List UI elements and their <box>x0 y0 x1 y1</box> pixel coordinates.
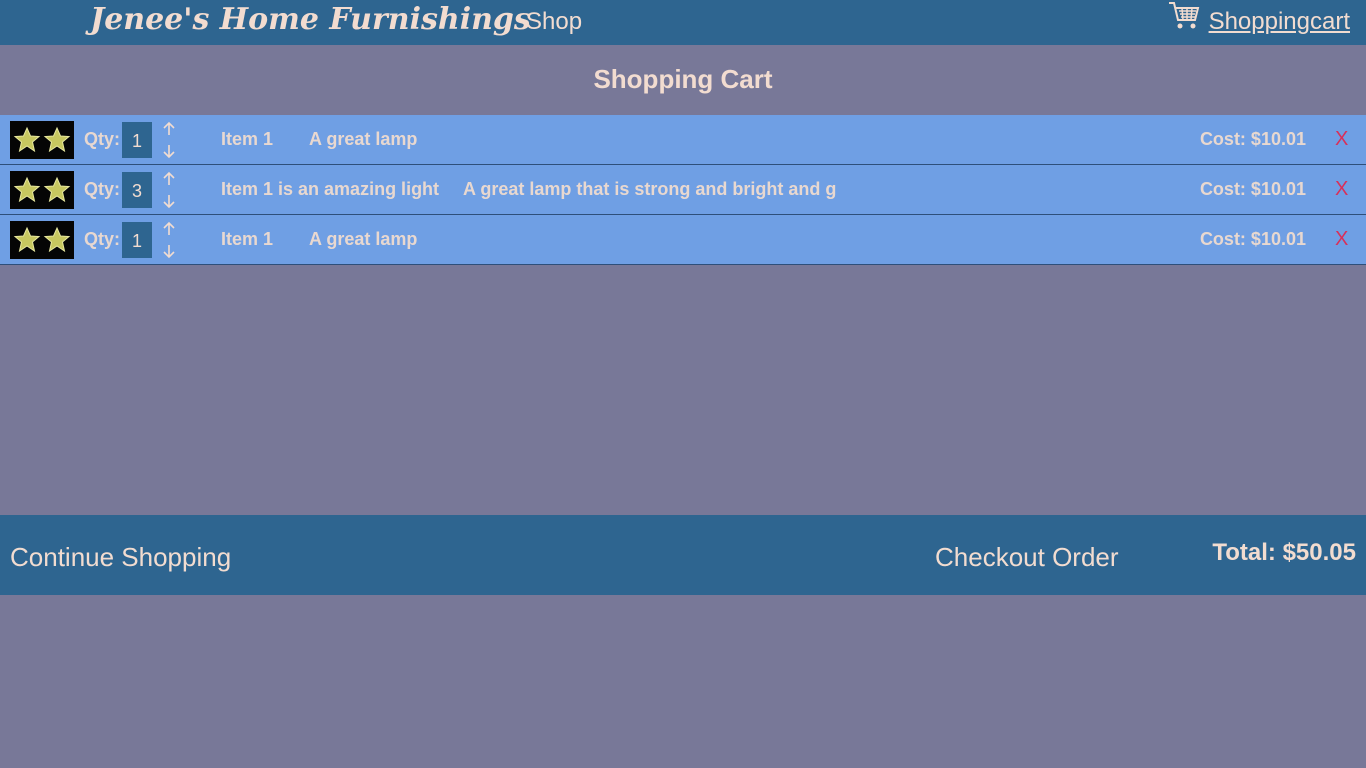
remove-item-button[interactable]: X <box>1335 178 1348 201</box>
item-name: Item 1 is an amazing light <box>221 179 440 199</box>
page-title: Shopping Cart <box>593 64 773 94</box>
top-nav-bar: Jenee's Home Furnishings Shop Shoppingca… <box>0 0 1366 45</box>
shopping-cart-icon <box>1168 2 1199 29</box>
cart-item-row: Qty: 1 Item 1 A great lamp Cost: $10.01 … <box>0 215 1366 265</box>
qty-input[interactable]: 1 <box>122 222 152 258</box>
remove-item-button[interactable]: X <box>1335 128 1348 151</box>
item-name: Item 1 <box>221 129 274 149</box>
increase-qty-arrow-icon[interactable] <box>160 220 178 238</box>
qty-label: Qty: <box>84 229 120 249</box>
item-cost: Cost: $10.01 <box>1199 229 1306 249</box>
checkout-order-button[interactable]: Checkout Order <box>935 542 1119 573</box>
shopping-cart-label: Shoppingcart <box>1208 8 1350 35</box>
remove-item-button[interactable]: X <box>1335 228 1348 251</box>
star-lamp-icon <box>43 126 71 153</box>
cart-footer-bar: Continue Shopping Checkout Order Total: … <box>0 515 1366 595</box>
item-cost: Cost: $10.01 <box>1199 179 1306 199</box>
item-description: A great lamp that is strong and bright a… <box>463 179 837 199</box>
product-thumbnail[interactable] <box>10 171 74 209</box>
cart-item-list: Qty: 1 Item 1 A great lamp Cost: $10.01 … <box>0 115 1366 265</box>
star-lamp-icon <box>13 126 41 153</box>
star-lamp-icon <box>43 226 71 253</box>
star-lamp-icon <box>13 176 41 203</box>
order-total: Total: $50.05 <box>1212 539 1356 566</box>
qty-input[interactable]: 1 <box>122 122 152 158</box>
continue-shopping-button[interactable]: Continue Shopping <box>10 542 231 573</box>
qty-label: Qty: <box>84 179 120 199</box>
decrease-qty-arrow-icon[interactable] <box>160 192 178 210</box>
nav-link-shop[interactable]: Shop <box>526 8 582 36</box>
product-thumbnail[interactable] <box>10 221 74 259</box>
star-lamp-icon <box>43 176 71 203</box>
increase-qty-arrow-icon[interactable] <box>160 120 178 138</box>
item-description: A great lamp <box>309 229 418 249</box>
brand-logo[interactable]: Jenee's Home Furnishings <box>90 2 531 37</box>
item-cost: Cost: $10.01 <box>1199 129 1306 149</box>
decrease-qty-arrow-icon[interactable] <box>160 142 178 160</box>
star-lamp-icon <box>13 226 41 253</box>
shopping-cart-link[interactable]: Shoppingcart <box>1167 0 1350 45</box>
qty-label: Qty: <box>84 129 120 149</box>
qty-input[interactable]: 3 <box>122 172 152 208</box>
decrease-qty-arrow-icon[interactable] <box>160 242 178 260</box>
cart-item-row: Qty: 1 Item 1 A great lamp Cost: $10.01 … <box>0 115 1366 165</box>
item-name: Item 1 <box>221 229 274 249</box>
increase-qty-arrow-icon[interactable] <box>160 170 178 188</box>
item-description: A great lamp <box>309 129 418 149</box>
cart-item-row: Qty: 3 Item 1 is an amazing light A grea… <box>0 165 1366 215</box>
product-thumbnail[interactable] <box>10 121 74 159</box>
